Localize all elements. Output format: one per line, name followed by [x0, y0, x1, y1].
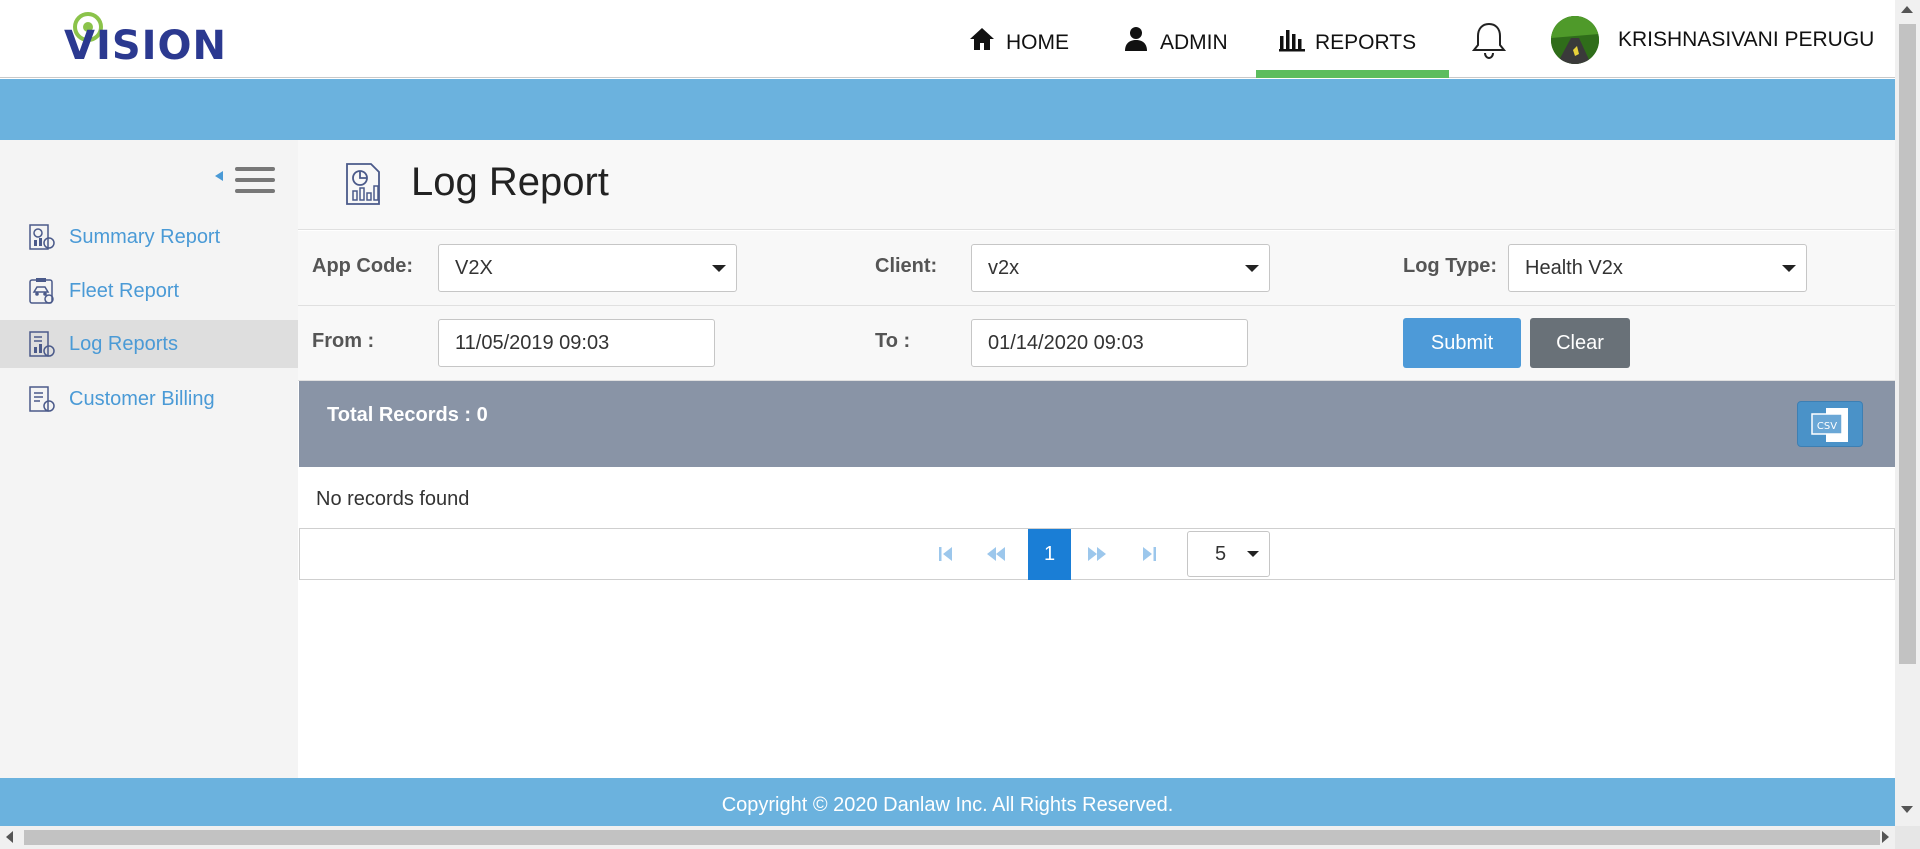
- to-date-input[interactable]: 01/14/2020 09:03: [971, 319, 1248, 367]
- nav-admin-label: ADMIN: [1160, 31, 1228, 54]
- app-code-select[interactable]: V2X: [438, 244, 737, 292]
- home-icon: [970, 28, 994, 50]
- nav-admin[interactable]: ADMIN: [1122, 0, 1228, 78]
- top-navbar: VISION HOME ADMIN REPORTS KRISHNASIVANI …: [0, 0, 1895, 78]
- horizontal-scrollbar[interactable]: [0, 826, 1920, 849]
- footer: Copyright © 2020 Danlaw Inc. All Rights …: [0, 778, 1895, 833]
- user-name[interactable]: KRISHNASIVANI PERUGU: [1618, 28, 1874, 52]
- clear-button[interactable]: Clear: [1530, 318, 1630, 368]
- app-code-value: V2X: [455, 257, 493, 279]
- avatar[interactable]: [1551, 16, 1599, 64]
- sidebar-item-fleet-report[interactable]: Fleet Report: [0, 267, 298, 315]
- client-select[interactable]: v2x: [971, 244, 1270, 292]
- csv-export-icon: CSV: [1811, 408, 1848, 442]
- scroll-up-icon[interactable]: [1901, 6, 1913, 13]
- next-page-icon[interactable]: [1077, 529, 1117, 579]
- app-code-label: App Code:: [312, 255, 414, 277]
- scrollbar-corner: [1895, 826, 1920, 849]
- customer-billing-icon: [29, 386, 55, 412]
- page-header: Log Report: [298, 140, 1895, 230]
- chevron-down-icon: [712, 265, 726, 272]
- pagination: 1 5: [299, 528, 1895, 580]
- submit-button[interactable]: Submit: [1403, 318, 1521, 368]
- first-page-icon[interactable]: [926, 529, 966, 579]
- vertical-scroll-thumb[interactable]: [1899, 24, 1916, 664]
- empty-message: No records found: [316, 488, 470, 510]
- client-value: v2x: [988, 257, 1020, 279]
- previous-page-icon[interactable]: [976, 529, 1016, 579]
- sidebar: Summary Report Fleet Report Log Reports …: [0, 140, 298, 778]
- nav-home-label: HOME: [1006, 31, 1069, 54]
- sidebar-item-label: Fleet Report: [69, 279, 180, 302]
- scroll-down-icon[interactable]: [1901, 806, 1913, 813]
- hamburger-collapse-icon[interactable]: [215, 165, 277, 195]
- page-number-current[interactable]: 1: [1028, 529, 1071, 580]
- to-label: To :: [875, 330, 911, 352]
- log-type-label: Log Type:: [1403, 255, 1498, 277]
- client-label: Client:: [875, 255, 938, 277]
- sidebar-item-label: Customer Billing: [69, 387, 215, 410]
- page-size-select[interactable]: 5: [1187, 531, 1270, 577]
- sidebar-item-customer-billing[interactable]: Customer Billing: [0, 375, 298, 423]
- svg-text:CSV: CSV: [1817, 421, 1837, 432]
- logo-text: VISION: [64, 23, 228, 69]
- log-type-select[interactable]: Health V2x: [1508, 244, 1807, 292]
- log-type-value: Health V2x: [1525, 257, 1623, 279]
- vision-logo[interactable]: VISION: [64, 12, 244, 68]
- records-header: Total Records : 0 CSV: [299, 381, 1895, 467]
- avatar-image: [1551, 16, 1599, 64]
- scroll-right-icon[interactable]: [1882, 831, 1889, 843]
- filter-row-1: App Code: V2X Client: v2x Log Type: Heal…: [298, 231, 1895, 306]
- bar-chart-icon: [1279, 30, 1305, 52]
- user-icon: [1125, 27, 1147, 51]
- page-size-value: 5: [1215, 543, 1227, 565]
- horizontal-scroll-thumb[interactable]: [24, 830, 1880, 845]
- empty-state: No records found: [299, 467, 1895, 529]
- sidebar-item-label: Summary Report: [69, 225, 221, 248]
- report-chart-icon: [346, 163, 380, 205]
- page-title: Log Report: [411, 160, 609, 204]
- chevron-down-icon: [1247, 551, 1259, 557]
- sidebar-item-summary-report[interactable]: Summary Report: [0, 213, 298, 261]
- bell-icon[interactable]: [1468, 20, 1510, 62]
- sidebar-item-label: Log Reports: [69, 332, 178, 355]
- nav-reports[interactable]: REPORTS: [1256, 0, 1449, 78]
- scroll-left-icon[interactable]: [6, 831, 13, 843]
- from-date-input[interactable]: 11/05/2019 09:03: [438, 319, 715, 367]
- last-page-icon[interactable]: [1129, 529, 1169, 579]
- sidebar-item-log-reports[interactable]: Log Reports: [0, 320, 298, 368]
- copyright-text: Copyright © 2020 Danlaw Inc. All Rights …: [721, 794, 1174, 816]
- log-report-icon: [29, 331, 55, 357]
- from-label: From :: [312, 330, 375, 352]
- csv-export-button[interactable]: CSV: [1797, 401, 1863, 447]
- nav-home[interactable]: HOME: [968, 0, 1069, 78]
- header-accent-bar: [0, 79, 1895, 140]
- vertical-scrollbar[interactable]: [1895, 0, 1920, 826]
- filter-row-2: From : 11/05/2019 09:03 To : 01/14/2020 …: [298, 306, 1895, 381]
- summary-report-icon: [29, 224, 55, 250]
- chevron-down-icon: [1245, 265, 1259, 272]
- nav-reports-label: REPORTS: [1315, 31, 1417, 54]
- total-records: Total Records : 0: [327, 404, 488, 426]
- chevron-down-icon: [1782, 265, 1796, 272]
- fleet-report-icon: [29, 278, 54, 304]
